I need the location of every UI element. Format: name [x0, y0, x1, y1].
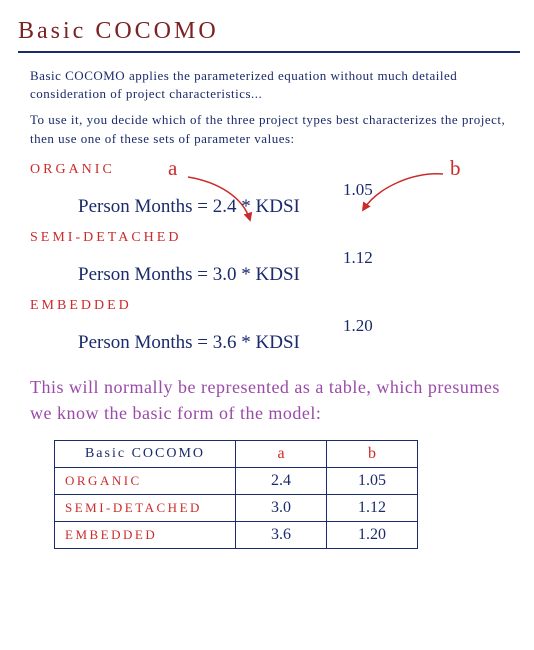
- intro-para-2: To use it, you decide which of the three…: [30, 111, 520, 147]
- cell-mode: SEMI-DETACHED: [55, 494, 236, 521]
- cell-mode: EMBEDDED: [55, 521, 236, 548]
- cell-a: 2.4: [236, 467, 327, 494]
- mode-label-semidetached: SEMI-DETACHED: [30, 230, 520, 246]
- title-rule: [18, 51, 520, 53]
- exponent-semidetached: 1.12: [343, 248, 373, 268]
- table-header-a: a: [236, 440, 327, 467]
- table-row: SEMI-DETACHED 3.0 1.12: [55, 494, 418, 521]
- exponent-organic: 1.05: [343, 180, 373, 200]
- table-row: ORGANIC 2.4 1.05: [55, 467, 418, 494]
- document-page: Basic COCOMO Basic COCOMO applies the pa…: [0, 0, 534, 579]
- cell-b: 1.12: [327, 494, 418, 521]
- params-table: Basic COCOMO a b ORGANIC 2.4 1.05 SEMI-D…: [54, 440, 418, 549]
- table-header-b: b: [327, 440, 418, 467]
- equation-embedded: 1.20 Person Months = 3.6 * KDSI: [78, 318, 520, 360]
- equation-semidetached: 1.12 Person Months = 3.0 * KDSI: [78, 250, 520, 292]
- table-note: This will normally be represented as a t…: [30, 374, 510, 426]
- cell-b: 1.20: [327, 521, 418, 548]
- equation-organic: 1.05 Person Months = 2.4 * KDSI: [78, 182, 520, 224]
- cell-a: 3.0: [236, 494, 327, 521]
- exponent-embedded: 1.20: [343, 316, 373, 336]
- mode-label-embedded: EMBEDDED: [30, 298, 520, 314]
- label-a: a: [168, 156, 177, 181]
- equation-base-embedded: Person Months = 3.6 * KDSI: [78, 332, 300, 354]
- equations-block: a b ORGANIC 1.05 Person Months = 2.4 * K…: [18, 162, 520, 360]
- intro-para-1: Basic COCOMO applies the parameterized e…: [30, 67, 520, 103]
- cell-a: 3.6: [236, 521, 327, 548]
- mode-label-organic: ORGANIC: [30, 162, 520, 178]
- cell-b: 1.05: [327, 467, 418, 494]
- table-header-row: Basic COCOMO a b: [55, 440, 418, 467]
- table-header-title: Basic COCOMO: [55, 440, 236, 467]
- equation-base-semidetached: Person Months = 3.0 * KDSI: [78, 264, 300, 286]
- page-title: Basic COCOMO: [18, 18, 520, 45]
- label-b: b: [450, 156, 461, 181]
- equation-base-organic: Person Months = 2.4 * KDSI: [78, 196, 300, 218]
- table-row: EMBEDDED 3.6 1.20: [55, 521, 418, 548]
- cell-mode: ORGANIC: [55, 467, 236, 494]
